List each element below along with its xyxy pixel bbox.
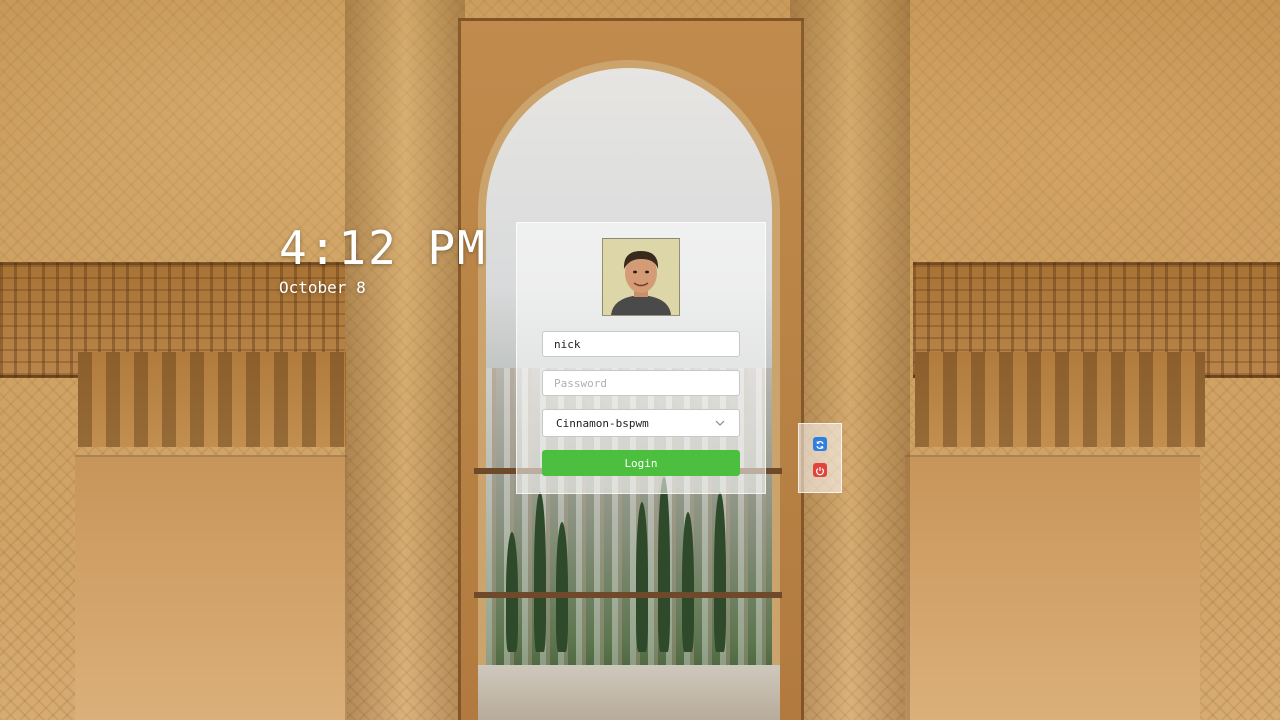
lower-wall-left xyxy=(75,455,347,720)
user-avatar xyxy=(602,238,680,316)
cypress-tree xyxy=(636,502,648,652)
lock-screen: 4:12 PM October 8 Cinnamon-bspwm xyxy=(0,0,1280,720)
arched-frieze-left xyxy=(78,352,346,447)
pillar-right xyxy=(790,0,910,720)
cypress-tree xyxy=(534,492,546,652)
login-panel: Cinnamon-bspwm Login xyxy=(516,222,766,494)
cypress-tree xyxy=(556,522,568,652)
power-icon xyxy=(815,461,825,480)
pillar-left xyxy=(345,0,465,720)
clock-time: 4:12 PM xyxy=(279,221,487,275)
cypress-tree xyxy=(658,477,670,652)
shutdown-button[interactable] xyxy=(813,463,827,477)
session-selected-label: Cinnamon-bspwm xyxy=(556,416,649,430)
window-rail-bottom xyxy=(474,592,782,598)
arched-frieze-right xyxy=(915,352,1205,447)
session-select[interactable]: Cinnamon-bspwm xyxy=(542,409,740,437)
login-button[interactable]: Login xyxy=(542,450,740,476)
cypress-tree xyxy=(682,512,694,652)
restart-icon xyxy=(815,435,825,454)
restart-button[interactable] xyxy=(813,437,827,451)
power-panel xyxy=(798,423,842,493)
cypress-tree xyxy=(714,492,726,652)
clock-widget: 4:12 PM October 8 xyxy=(279,220,487,298)
chevron-down-icon xyxy=(714,417,726,429)
window-sill xyxy=(478,665,780,720)
lower-wall-right xyxy=(905,455,1200,720)
username-input[interactable] xyxy=(542,331,740,357)
clock-date: October 8 xyxy=(279,278,366,297)
password-input[interactable] xyxy=(542,370,740,396)
